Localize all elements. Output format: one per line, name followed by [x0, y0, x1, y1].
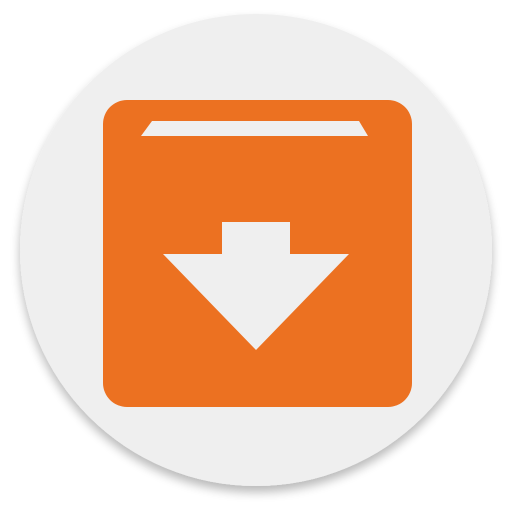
- app-icon-stage: [0, 0, 512, 512]
- lid-slot: [141, 121, 368, 136]
- archive-download-icon: [20, 14, 492, 486]
